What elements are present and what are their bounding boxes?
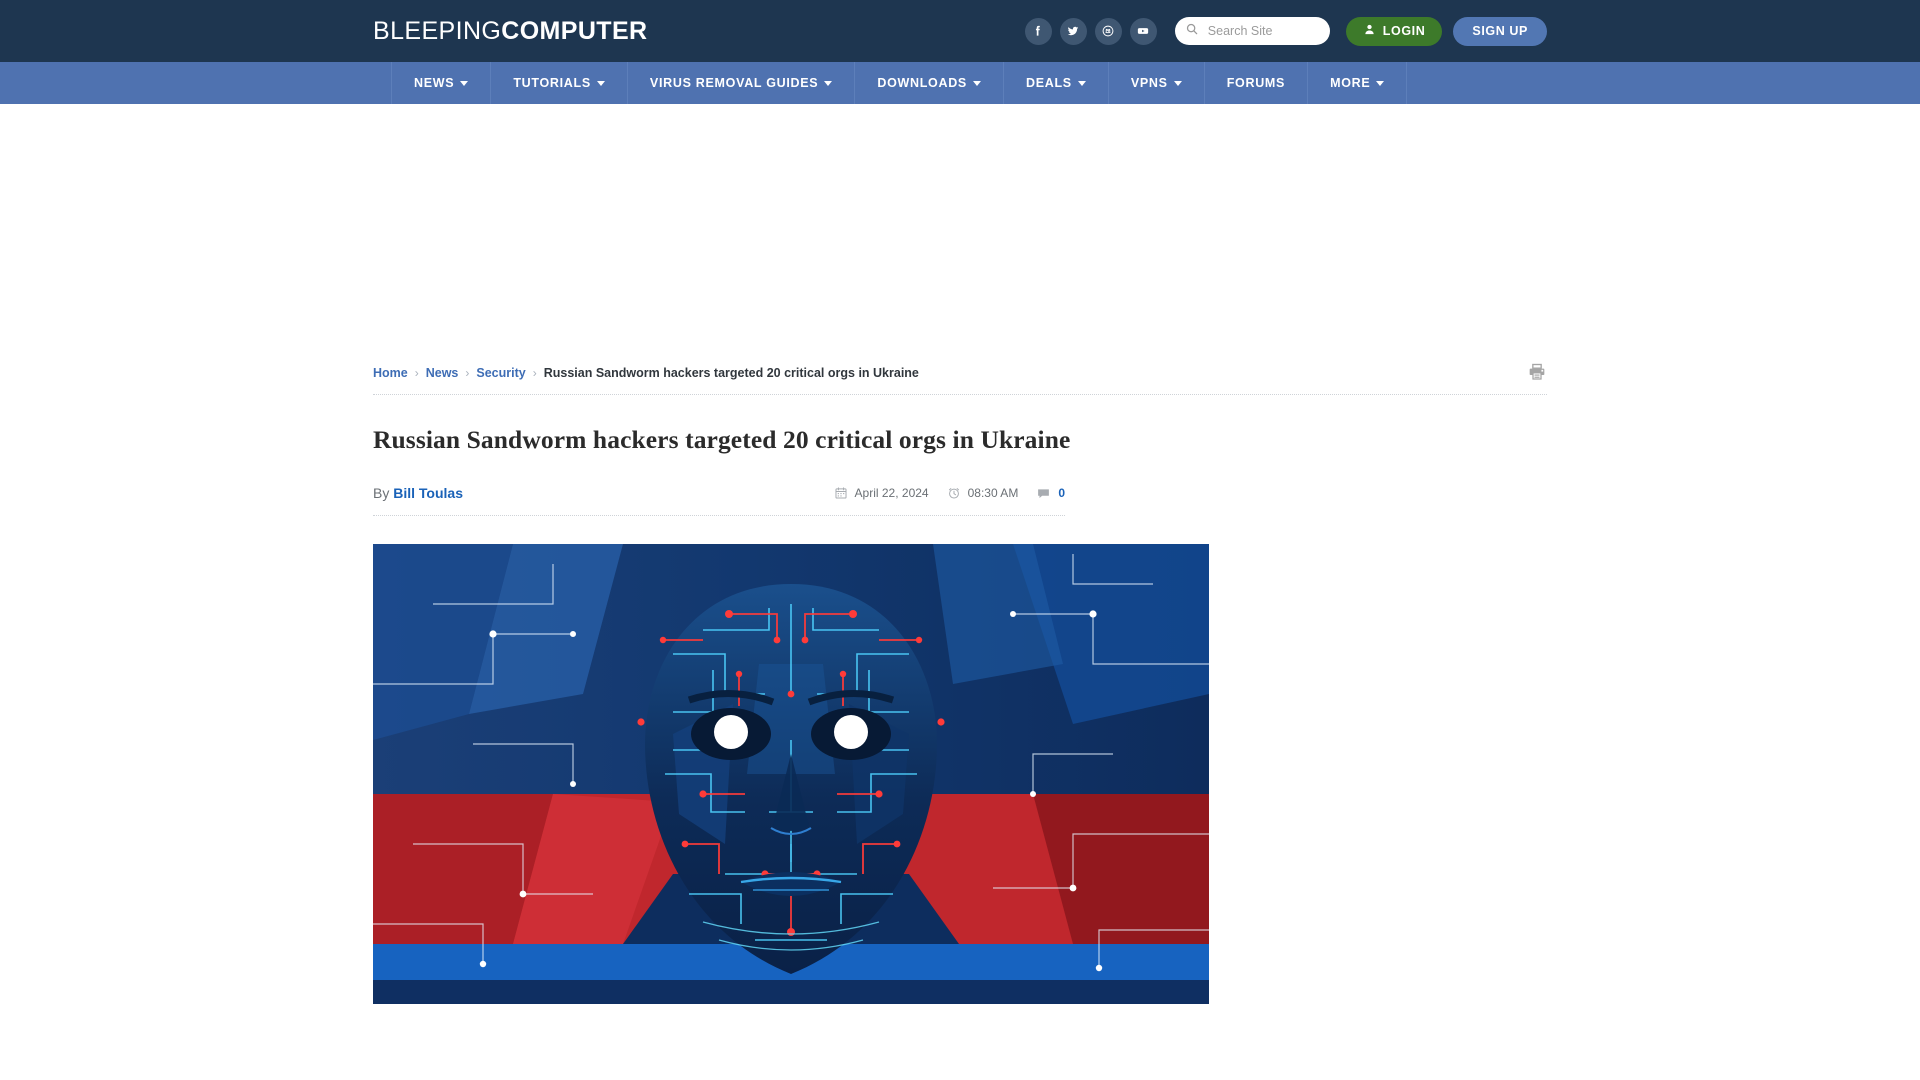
chevron-down-icon (596, 80, 605, 86)
mastodon-icon[interactable] (1094, 17, 1122, 45)
user-icon (1363, 23, 1376, 39)
article-content: Home › News › Security › Russian Sandwor… (373, 354, 1547, 1004)
social-links (1024, 17, 1157, 45)
nav-label: VIRUS REMOVAL GUIDES (649, 76, 819, 90)
breadcrumb: Home › News › Security › Russian Sandwor… (373, 366, 919, 380)
comment-count-text: 0 (1058, 486, 1065, 500)
login-button[interactable]: LOGIN (1345, 16, 1443, 46)
printer-icon[interactable] (1527, 362, 1547, 387)
chevron-down-icon (1376, 80, 1385, 86)
breadcrumb-current: Russian Sandworm hackers targeted 20 cri… (543, 366, 919, 380)
nav-item-virus-removal-guides[interactable]: VIRUS REMOVAL GUIDES (626, 62, 854, 104)
nav-label: FORUMS (1226, 76, 1286, 90)
advertisement-area (0, 104, 1920, 354)
nav-label: VPNS (1130, 76, 1168, 90)
nav-item-downloads[interactable]: DOWNLOADS (854, 62, 1003, 104)
chevron-down-icon (1173, 80, 1182, 86)
site-logo[interactable]: BLEEPINGCOMPUTER (373, 17, 648, 46)
breadcrumb-separator-icon: › (532, 366, 537, 380)
calendar-icon (834, 486, 848, 500)
search-box[interactable] (1174, 17, 1330, 45)
article-meta: April 22, 2024 08:30 AM 0 (834, 486, 1065, 501)
publish-time-text: 08:30 AM (967, 486, 1019, 500)
facebook-icon[interactable] (1024, 17, 1052, 45)
twitter-icon[interactable] (1059, 17, 1087, 45)
nav-label: DEALS (1025, 76, 1072, 90)
comment-count[interactable]: 0 (1036, 486, 1065, 501)
nav-item-more[interactable]: MORE (1307, 62, 1408, 104)
nav-label: DOWNLOADS (877, 76, 967, 90)
author-link[interactable]: Bill Toulas (393, 485, 463, 501)
publish-time: 08:30 AM (947, 486, 1019, 500)
nav-item-tutorials[interactable]: TUTORIALS (490, 62, 627, 104)
breadcrumb-news[interactable]: News (426, 366, 459, 380)
search-icon (1185, 22, 1199, 41)
main-navigation: NEWS TUTORIALS VIRUS REMOVAL GUIDES DOWN… (0, 62, 1920, 104)
login-label: LOGIN (1382, 24, 1426, 38)
by-prefix: By (373, 485, 390, 501)
chevron-down-icon (460, 80, 469, 86)
youtube-icon[interactable] (1129, 17, 1157, 45)
publish-date-text: April 22, 2024 (854, 486, 929, 500)
nav-item-deals[interactable]: DEALS (1002, 62, 1108, 104)
nav-item-forums[interactable]: FORUMS (1203, 62, 1307, 104)
comment-icon (1036, 486, 1051, 501)
signup-label: SIGN UP (1472, 24, 1528, 38)
article-hero-image (373, 544, 1209, 1004)
logo-text-bold: COMPUTER (501, 16, 648, 45)
chevron-down-icon (1077, 80, 1086, 86)
clock-icon (947, 486, 961, 500)
breadcrumb-separator-icon: › (465, 366, 470, 380)
breadcrumb-separator-icon: › (414, 366, 419, 380)
logo-text-thin: BLEEPING (373, 16, 502, 45)
page-title: Russian Sandworm hackers targeted 20 cri… (373, 425, 1071, 454)
byline: By Bill Toulas (373, 485, 463, 501)
nav-label: TUTORIALS (513, 76, 591, 90)
breadcrumb-divider (373, 394, 1547, 395)
chevron-down-icon (972, 80, 981, 86)
byline-divider (373, 515, 1065, 516)
nav-item-vpns[interactable]: VPNS (1107, 62, 1204, 104)
nav-item-news[interactable]: NEWS (391, 62, 490, 104)
breadcrumb-home[interactable]: Home (373, 366, 408, 380)
nav-label: MORE (1330, 76, 1371, 90)
breadcrumb-row: Home › News › Security › Russian Sandwor… (373, 354, 1547, 380)
signup-button[interactable]: SIGN UP (1453, 16, 1547, 46)
byline-row: By Bill Toulas April 22, 2024 08:30 AM 0 (373, 485, 1065, 501)
site-header: BLEEPINGCOMPUTER Search Site LOGIN SIGN … (0, 0, 1920, 62)
chevron-down-icon (824, 80, 833, 86)
publish-date: April 22, 2024 (834, 486, 929, 500)
nav-label: NEWS (414, 76, 455, 90)
search-input[interactable] (1205, 23, 1321, 39)
breadcrumb-security[interactable]: Security (476, 366, 525, 380)
